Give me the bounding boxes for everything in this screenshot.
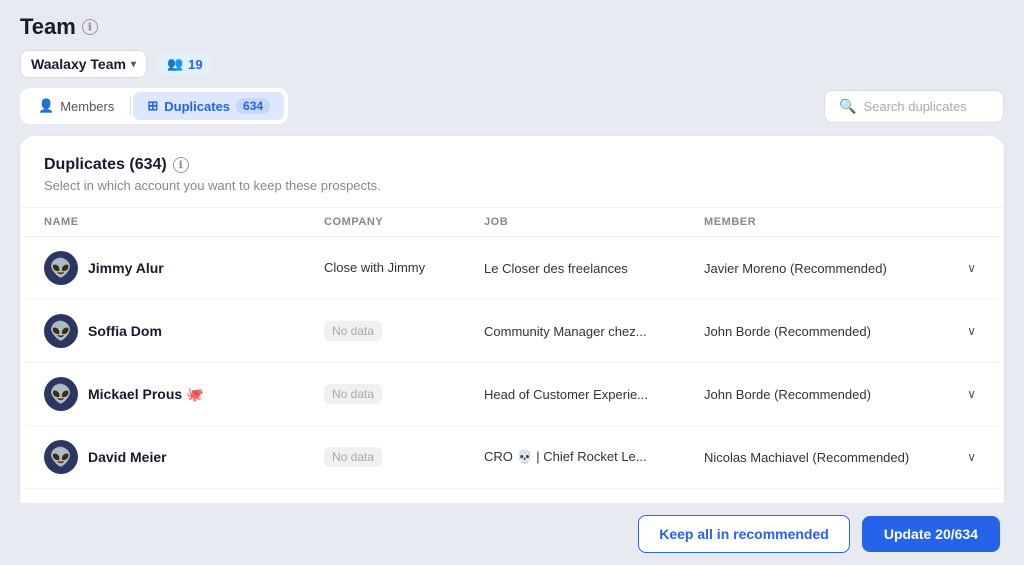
avatar: 👽 — [44, 440, 78, 474]
person-name: Mickael Prous 🐙 — [88, 386, 203, 403]
table-row: 👽 David Meier No data CRO 💀 | Chief Rock… — [20, 426, 1004, 489]
job-cell: Le Closer des freelances — [484, 261, 704, 276]
duplicates-icon: ⊞ — [147, 98, 158, 114]
no-data-badge: No data — [324, 447, 382, 467]
card-title: Duplicates (634) ℹ — [44, 156, 980, 174]
col-name: NAME — [44, 216, 324, 228]
card-subtitle: Select in which account you want to keep… — [44, 178, 980, 193]
job-cell: Head of Customer Experie... — [484, 387, 704, 402]
person-cell: 👽 David Meier — [44, 440, 324, 474]
member-cell: Javier Moreno (Recommended) ∨ — [704, 257, 980, 279]
tabs-container: 👤 Members ⊞ Duplicates 634 — [20, 88, 288, 124]
job-cell: CRO 💀 | Chief Rocket Le... — [484, 449, 704, 465]
member-cell: Nicolas Machiavel (Recommended) ∨ — [704, 446, 980, 468]
footer: Keep all in recommended Update 20/634 — [0, 503, 1024, 565]
job-cell: Community Manager chez... — [484, 324, 704, 339]
team-selector[interactable]: Waalaxy Team ▾ — [20, 50, 147, 78]
member-text: John Borde (Recommended) — [704, 387, 871, 402]
page-title: Team ℹ — [20, 14, 98, 40]
sub-header: Waalaxy Team ▾ 👥 19 — [0, 50, 1024, 88]
col-member: MEMBER — [704, 216, 980, 228]
table-header: NAME COMPANY JOB MEMBER — [20, 207, 1004, 237]
member-count-icon: 👥 — [167, 56, 183, 72]
person-cell: 👽 Mickael Prous 🐙 — [44, 377, 324, 411]
avatar: 👽 — [44, 377, 78, 411]
member-dropdown-icon[interactable]: ∨ — [963, 383, 980, 405]
company-cell: No data — [324, 321, 484, 341]
card-header: Duplicates (634) ℹ Select in which accou… — [20, 156, 1004, 207]
search-placeholder: Search duplicates — [863, 99, 966, 114]
col-job: JOB — [484, 216, 704, 228]
person-name: Jimmy Alur — [88, 260, 164, 276]
company-cell: No data — [324, 384, 484, 404]
tab-members-label: Members — [60, 99, 114, 114]
table-body: 👽 Jimmy Alur Close with Jimmy Le Closer … — [20, 237, 1004, 517]
member-text: Nicolas Machiavel (Recommended) — [704, 450, 909, 465]
person-name: Soffia Dom — [88, 323, 162, 339]
card-title-text: Duplicates (634) — [44, 156, 167, 174]
table-row: 👽 Soffia Dom No data Community Manager c… — [20, 300, 1004, 363]
company-cell: No data — [324, 447, 484, 467]
tab-divider — [130, 96, 131, 116]
team-selector-label: Waalaxy Team — [31, 56, 126, 72]
member-dropdown-icon[interactable]: ∨ — [963, 320, 980, 342]
col-company: COMPANY — [324, 216, 484, 228]
member-count-badge: 👥 19 — [157, 52, 213, 76]
card-info-icon[interactable]: ℹ — [173, 157, 189, 173]
no-data-badge: No data — [324, 384, 382, 404]
person-name: David Meier — [88, 449, 167, 465]
duplicates-badge: 634 — [236, 98, 270, 114]
member-text: Javier Moreno (Recommended) — [704, 261, 887, 276]
person-cell: 👽 Jimmy Alur — [44, 251, 324, 285]
member-cell: John Borde (Recommended) ∨ — [704, 320, 980, 342]
search-icon: 🔍 — [839, 98, 856, 115]
member-dropdown-icon[interactable]: ∨ — [963, 446, 980, 468]
tabs-bar: 👤 Members ⊞ Duplicates 634 🔍 Search dupl… — [0, 88, 1024, 124]
no-data-badge: No data — [324, 321, 382, 341]
page-title-info-icon[interactable]: ℹ — [82, 19, 98, 35]
keep-all-button[interactable]: Keep all in recommended — [638, 515, 850, 553]
search-box[interactable]: 🔍 Search duplicates — [824, 90, 1004, 123]
team-selector-chevron-icon: ▾ — [131, 59, 136, 70]
tab-members[interactable]: 👤 Members — [24, 92, 128, 120]
member-text: John Borde (Recommended) — [704, 324, 871, 339]
member-count: 19 — [188, 57, 202, 72]
main-card: Duplicates (634) ℹ Select in which accou… — [20, 136, 1004, 517]
table-row: 👽 Mickael Prous 🐙 No data Head of Custom… — [20, 363, 1004, 426]
company-text: Close with Jimmy — [324, 260, 425, 275]
table-row: 👽 Jimmy Alur Close with Jimmy Le Closer … — [20, 237, 1004, 300]
header: Team ℹ — [0, 0, 1024, 50]
member-cell: John Borde (Recommended) ∨ — [704, 383, 980, 405]
company-cell: Close with Jimmy — [324, 259, 484, 277]
tab-duplicates[interactable]: ⊞ Duplicates 634 — [133, 92, 284, 120]
tab-duplicates-label: Duplicates — [164, 99, 230, 114]
avatar: 👽 — [44, 251, 78, 285]
member-dropdown-icon[interactable]: ∨ — [963, 257, 980, 279]
person-cell: 👽 Soffia Dom — [44, 314, 324, 348]
update-button[interactable]: Update 20/634 — [862, 516, 1000, 552]
avatar: 👽 — [44, 314, 78, 348]
members-icon: 👤 — [38, 98, 54, 114]
